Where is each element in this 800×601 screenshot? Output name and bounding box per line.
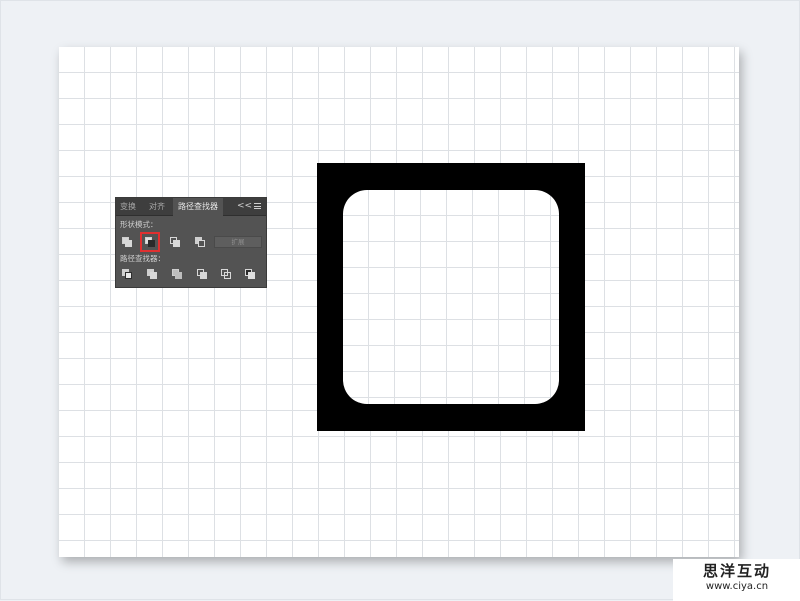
watermark-url: www.ciya.cn [705,581,769,592]
tab-pathfinder[interactable]: 路径查找器 [173,198,223,216]
intersect-icon[interactable] [168,235,182,249]
pathfinder-panel: 变换 对齐 路径查找器 << 形状模式： 扩展 路径查找器： [115,197,267,288]
divide-icon[interactable] [120,267,134,281]
unite-icon[interactable] [120,235,134,249]
merge-icon[interactable] [170,267,184,281]
exclude-icon[interactable] [193,235,207,249]
trim-icon[interactable] [145,267,159,281]
outline-icon[interactable] [219,267,233,281]
tab-align[interactable]: 对齐 [149,200,165,213]
crop-icon[interactable] [195,267,209,281]
rounded-square-cutout [343,190,559,404]
minus-front-icon[interactable] [140,232,160,252]
watermark-logo: 思洋互动 www.ciya.cn [673,559,800,601]
minus-back-icon[interactable] [243,267,257,281]
panel-tab-bar: 变换 对齐 路径查找器 << [116,198,266,216]
rounded-square-frame-shape[interactable] [317,163,585,431]
watermark-title: 思洋互动 [702,562,771,580]
panel-menu-icon[interactable] [254,203,261,209]
pathfinders-label: 路径查找器： [120,254,165,263]
illustrator-canvas-view: 变换 对齐 路径查找器 << 形状模式： 扩展 路径查找器： 思洋互动 www.… [0,0,800,601]
shape-modes-label: 形状模式： [120,220,158,229]
collapse-panel-icon[interactable]: << [237,200,252,213]
tab-transform[interactable]: 变换 [120,200,136,213]
expand-button[interactable]: 扩展 [214,236,262,248]
